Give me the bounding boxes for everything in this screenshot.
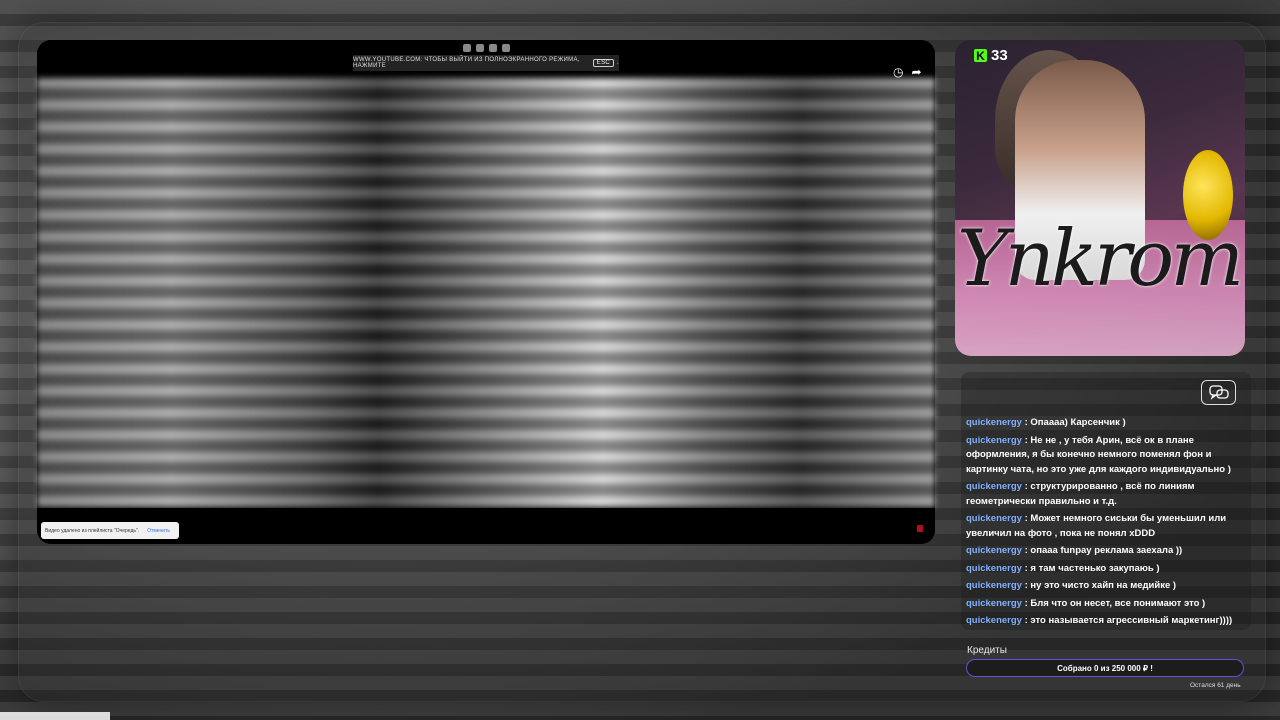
chat-username: quickenergy — [966, 434, 1022, 446]
chat-text: : ну это чисто хайп на медийке ) — [1024, 580, 1177, 591]
chat-message-list: quickenergy : Опаааа) Карсенчик ) quicke… — [966, 416, 1248, 632]
rotate-icon[interactable] — [476, 44, 484, 52]
chat-message: quickenergy : Не не , у тебя Арин, всё о… — [966, 434, 1248, 478]
chat-username: quickenergy — [966, 562, 1022, 574]
fullscreen-notice: WWW.YOUTUBE.COM: ЧТОБЫ ВЫЙТИ ИЗ ПОЛНОЭКР… — [353, 55, 619, 71]
video-frame[interactable] — [37, 78, 935, 508]
chat-text: : я там частенько закупаюь ) — [1024, 562, 1160, 574]
chat-username: quickenergy — [966, 580, 1022, 591]
kick-logo-icon: K — [974, 49, 987, 62]
chat-text: : опааа funpay реклама заехала )) — [1024, 545, 1183, 556]
chat-message: quickenergy : это называется агрессивный… — [966, 614, 1248, 629]
fullscreen-notice-tail: . — [617, 60, 619, 66]
viewer-badge: K 33 — [974, 47, 1008, 64]
chat-message: quickenergy : Бля что он несет, все пони… — [966, 597, 1248, 612]
progress-text: Собрано 0 из 250 000 ₽ ! — [1057, 663, 1153, 673]
share-icon[interactable]: ➦ — [911, 66, 921, 78]
chat-username: quickenergy — [966, 417, 1022, 428]
chat-username: quickenergy — [966, 513, 1022, 524]
playlist-toast: Видео удалено из плейлиста "Очередь". От… — [41, 522, 179, 539]
live-indicator-icon — [917, 525, 923, 532]
stream-preview-card[interactable]: Ynkrom — [955, 40, 1245, 356]
pip-icon[interactable] — [463, 44, 471, 52]
more-icon[interactable] — [502, 44, 510, 52]
chat-message: quickenergy : Может немного сиськи бы ум… — [966, 512, 1248, 541]
chat-username: quickenergy — [966, 615, 1022, 626]
art-graffiti-text: Ynkrom — [957, 214, 1244, 304]
toast-cancel-link[interactable]: Отменить — [147, 528, 170, 534]
watch-later-icon[interactable]: ◷ — [893, 66, 903, 78]
chat-text: : Опаааа) Карсенчик ) — [1024, 417, 1126, 428]
chat-message: quickenergy : я там частенько закупаюь ) — [966, 562, 1248, 577]
viewer-count: 33 — [991, 47, 1008, 64]
fullscreen-notice-text: WWW.YOUTUBE.COM: ЧТОБЫ ВЫЙТИ ИЗ ПОЛНОЭКР… — [353, 57, 580, 69]
chat-username: quickenergy — [966, 597, 1022, 609]
chat-message: quickenergy : Опаааа) Карсенчик ) — [966, 416, 1248, 431]
chat-text: : это называется агрессивный маркетинг))… — [1024, 615, 1233, 626]
chat-message: quickenergy : структурированно , всё по … — [966, 480, 1248, 509]
days-left: Остался 61 день — [1190, 682, 1241, 689]
player-mini-controls — [463, 44, 510, 52]
chat-message: quickenergy : ну это чисто хайп на медий… — [966, 579, 1248, 594]
chat-username: quickenergy — [966, 481, 1022, 492]
chat-text: : Бля что он несет, все понимают это ) — [1024, 597, 1206, 609]
chat-bubbles-icon-svg — [1208, 384, 1229, 400]
chat-username: quickenergy — [966, 545, 1022, 556]
skip-icon[interactable] — [489, 44, 497, 52]
esc-key-badge: ESC — [592, 59, 615, 67]
donation-progress-bar: Собрано 0 из 250 000 ₽ ! — [966, 659, 1244, 677]
credits-label: Кредиты — [967, 645, 1007, 656]
player-top-icons: ◷ ➦ — [893, 66, 922, 78]
taskbar-strip — [0, 712, 110, 720]
chat-bubbles-icon[interactable] — [1201, 380, 1236, 405]
chat-message: quickenergy : опааа funpay реклама заеха… — [966, 544, 1248, 559]
toast-text: Видео удалено из плейлиста "Очередь". — [45, 527, 140, 534]
